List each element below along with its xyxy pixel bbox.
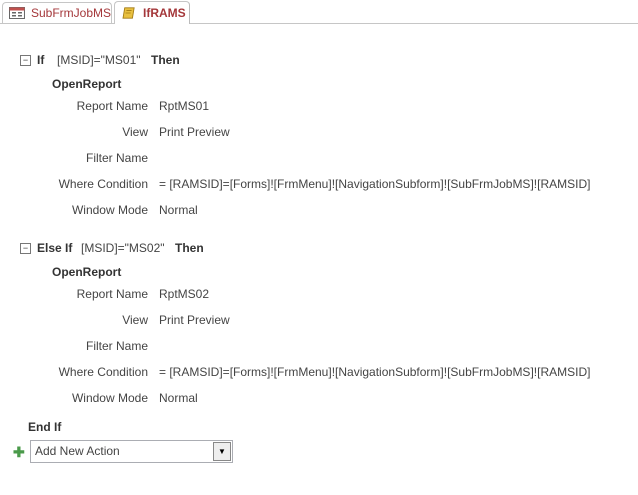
if-keyword: If <box>37 53 45 67</box>
collapse-icon[interactable]: − <box>20 243 31 254</box>
plus-icon: ✚ <box>13 444 25 460</box>
add-new-action-combobox[interactable]: Add New Action ▼ <box>30 440 233 463</box>
tab-label: SubFrmJobMS <box>30 6 111 20</box>
arg-value[interactable]: = [RAMSID]=[Forms]![FrmMenu]![Navigation… <box>159 365 590 379</box>
form-icon <box>9 7 25 19</box>
arg-label: Window Mode <box>71 203 148 217</box>
collapse-icon[interactable]: − <box>20 55 31 66</box>
tab-label: IfRAMS <box>143 6 186 20</box>
arg-value[interactable]: = [RAMSID]=[Forms]![FrmMenu]![Navigation… <box>159 177 590 191</box>
action-name[interactable]: OpenReport <box>52 265 121 279</box>
end-if-keyword: End If <box>28 420 62 434</box>
add-new-action-value: Add New Action <box>35 444 120 458</box>
else-if-keyword: Else If <box>37 241 73 255</box>
arg-value[interactable]: Normal <box>159 203 198 217</box>
arg-label: View <box>122 125 148 139</box>
arg-label: Window Mode <box>71 391 148 405</box>
arg-label: Report Name <box>76 99 148 113</box>
else-if-condition[interactable]: [MSID]="MS02" <box>81 241 165 255</box>
then-keyword: Then <box>175 241 204 255</box>
macro-icon <box>122 7 135 19</box>
arg-value[interactable]: Print Preview <box>159 125 230 139</box>
arg-value[interactable]: Normal <box>159 391 198 405</box>
arg-label: Filter Name <box>85 151 148 165</box>
chevron-down-icon[interactable]: ▼ <box>213 442 231 461</box>
then-keyword: Then <box>151 53 180 67</box>
action-name[interactable]: OpenReport <box>52 77 121 91</box>
if-condition[interactable]: [MSID]="MS01" <box>57 53 141 67</box>
document-tabs: SubFrmJobMS IfRAMS <box>0 0 638 24</box>
arg-value[interactable]: Print Preview <box>159 313 230 327</box>
arg-label: Where Condition <box>58 177 148 191</box>
tab-subfrmjobms[interactable]: SubFrmJobMS <box>2 2 112 23</box>
arg-label: Report Name <box>76 287 148 301</box>
arg-value[interactable]: RptMS01 <box>159 99 209 113</box>
arg-label: View <box>122 313 148 327</box>
tab-iframs[interactable]: IfRAMS <box>114 1 190 24</box>
arg-value[interactable]: RptMS02 <box>159 287 209 301</box>
arg-label: Filter Name <box>85 339 148 353</box>
arg-label: Where Condition <box>58 365 148 379</box>
